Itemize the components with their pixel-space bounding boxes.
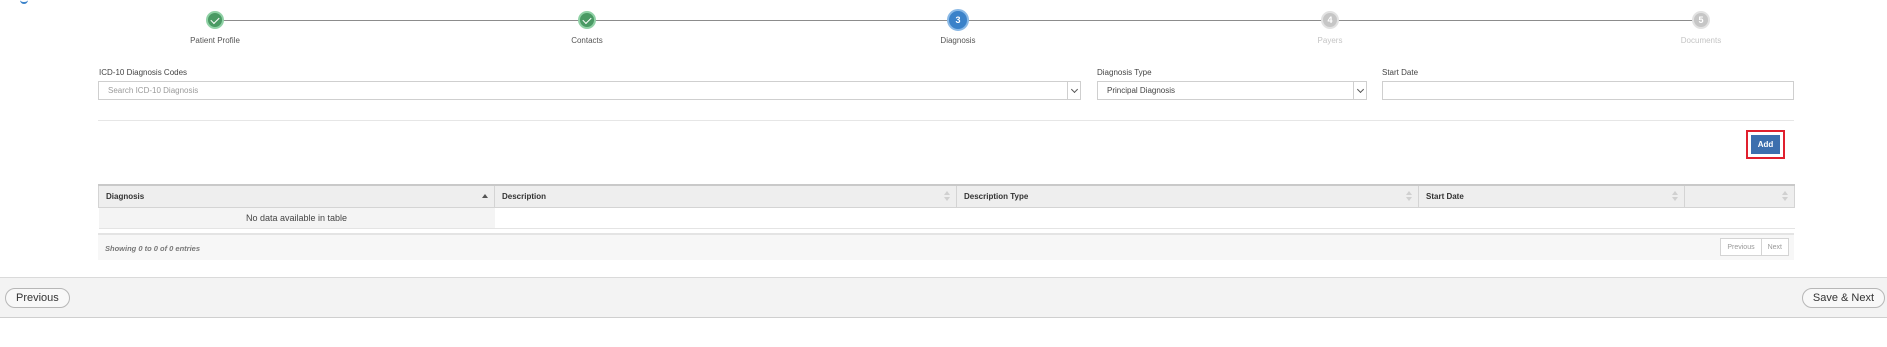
- step-label: Payers: [1317, 36, 1343, 45]
- pagination: Previous Next: [1720, 238, 1789, 256]
- sort-asc-icon: [482, 194, 488, 198]
- sort-icon: [1406, 191, 1412, 201]
- start-date-label: Start Date: [1382, 68, 1419, 77]
- diagnosis-type-label: Diagnosis Type: [1097, 68, 1152, 77]
- form-divider: [98, 120, 1794, 121]
- column-header-description-type[interactable]: Description Type: [956, 184, 1419, 208]
- diagnosis-type-value: Principal Diagnosis: [1107, 86, 1176, 95]
- diagnosis-type-select[interactable]: Principal Diagnosis: [1097, 81, 1367, 100]
- step-label: Diagnosis: [940, 36, 976, 45]
- start-date-input[interactable]: [1382, 81, 1794, 100]
- chevron-down-icon[interactable]: [1353, 82, 1366, 99]
- table-footer: Showing 0 to 0 of 0 entries Previous Nex…: [98, 233, 1794, 260]
- add-button[interactable]: Add: [1751, 135, 1780, 154]
- previous-button[interactable]: Previous: [5, 288, 70, 308]
- pagination-next-button[interactable]: Next: [1761, 238, 1789, 256]
- step-number: 5: [1692, 11, 1710, 29]
- column-header-start-date[interactable]: Start Date: [1418, 184, 1685, 208]
- wizard-step-patient-profile[interactable]: Patient Profile: [135, 11, 295, 45]
- sort-icon: [944, 191, 950, 201]
- step-number: 4: [1321, 11, 1339, 29]
- sort-icon: [1672, 191, 1678, 201]
- icd-search-placeholder: Search ICD-10 Diagnosis: [108, 86, 199, 95]
- step-complete-icon: [578, 11, 596, 29]
- column-header-actions[interactable]: [1684, 184, 1795, 208]
- wizard-step-contacts[interactable]: Contacts: [507, 11, 667, 45]
- table-row: No data available in table: [98, 207, 1795, 229]
- table-cell: [494, 207, 957, 229]
- table-cell: [1418, 207, 1685, 229]
- wizard-progress: Patient Profile Contacts 3 Diagnosis 4 P…: [0, 0, 1887, 55]
- wizard-step-diagnosis[interactable]: 3 Diagnosis: [878, 9, 1038, 45]
- step-label: Patient Profile: [190, 36, 240, 45]
- table-header-row: Diagnosis Description Description Type S…: [98, 184, 1795, 208]
- wizard-step-documents[interactable]: 5 Documents: [1621, 11, 1781, 45]
- column-header-diagnosis[interactable]: Diagnosis: [98, 184, 495, 208]
- step-label: Documents: [1680, 36, 1722, 45]
- diagnosis-table: Diagnosis Description Description Type S…: [98, 184, 1795, 229]
- save-next-button[interactable]: Save & Next: [1801, 288, 1885, 308]
- chevron-down-icon[interactable]: [1067, 82, 1080, 99]
- add-button-highlight: Add: [1746, 130, 1785, 159]
- wizard-nav-bar: Previous Save & Next: [0, 277, 1887, 318]
- table-cell: [1684, 207, 1795, 229]
- table-info: Showing 0 to 0 of 0 entries: [105, 244, 201, 253]
- step-label: Contacts: [571, 36, 603, 45]
- wizard-step-payers[interactable]: 4 Payers: [1250, 11, 1410, 45]
- step-complete-icon: [206, 11, 224, 29]
- table-cell: [956, 207, 1419, 229]
- pagination-previous-button[interactable]: Previous: [1720, 238, 1762, 256]
- icd-search-select[interactable]: Search ICD-10 Diagnosis: [98, 81, 1081, 100]
- column-header-description[interactable]: Description: [494, 184, 957, 208]
- sort-icon: [1782, 191, 1788, 201]
- icd-codes-label: ICD-10 Diagnosis Codes: [99, 68, 188, 77]
- empty-table-message: No data available in table: [98, 207, 495, 229]
- step-number: 3: [947, 9, 969, 31]
